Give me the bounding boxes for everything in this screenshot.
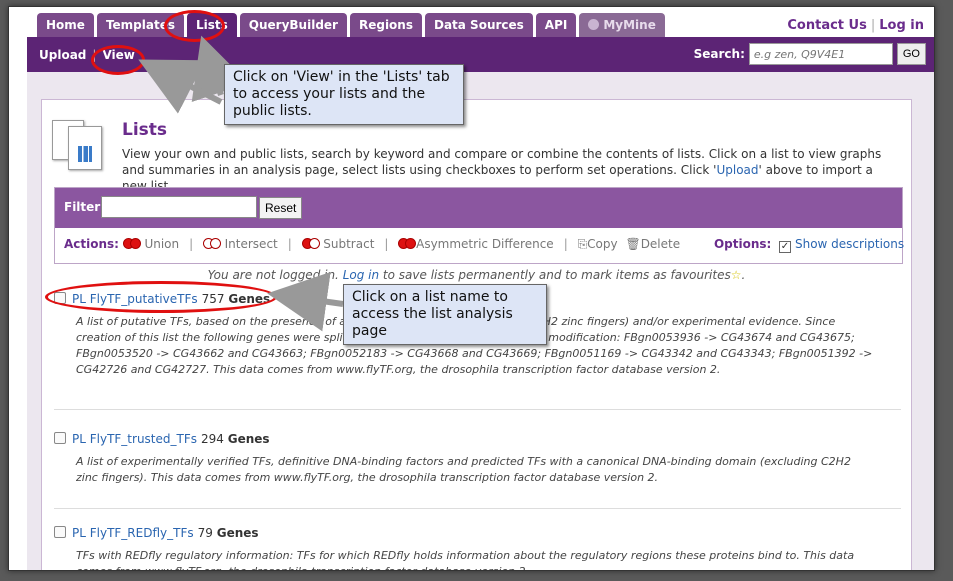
actions-bar: Actions: Union | Intersect | Subtract | Asy… [64,237,904,253]
lists-tab-highlight-ring [164,10,225,42]
list-checkbox[interactable] [54,526,66,538]
tab-api[interactable]: API [535,13,577,37]
options-group: Options: ✓ Show descriptions [713,237,904,253]
separator: | [189,237,194,251]
tab-querybuilder[interactable]: QueryBuilder [239,13,347,37]
separator: | [287,237,292,251]
filter-input[interactable] [101,196,257,218]
list-description: TFs with REDfly regulatory information: … [76,549,855,570]
bar-chart-icon [78,146,92,162]
subtract-label: Subtract [323,237,375,251]
list-type: Genes [216,526,259,540]
list-checkbox[interactable] [54,432,66,444]
list-header: PL FlyTF_REDfly_TFs 79 Genes [54,526,901,540]
list-name-link[interactable]: PL FlyTF_trusted_TFs [72,432,197,446]
union-label: Union [144,237,180,251]
copy-label: Copy [587,237,618,251]
show-descriptions-checkbox[interactable]: ✓ [778,241,791,253]
delete-action[interactable]: 🗑Delete [625,237,680,251]
copy-icon: ⎘ [577,237,588,251]
delete-label: Delete [640,237,681,251]
options-label: Options: [713,237,772,251]
callout-list: Click on a list name to access the list … [343,284,547,345]
subtract-action[interactable]: Subtract [301,237,375,251]
list-description: A list of experimentally verified TFs, d… [76,455,851,484]
sub-navigation-bar: Upload|View Search: GO [27,37,934,72]
list-name-highlight-ring [45,281,277,313]
filter-bar: Filter: Reset [55,188,902,228]
copy-action[interactable]: ⎘Copy [578,237,618,251]
trash-icon: 🗑 [625,237,641,251]
notice-login-link[interactable]: Log in [343,268,379,282]
main-tabs: Home Templates Lists QueryBuilder Region… [37,13,665,37]
search-label: Search: [693,47,745,61]
page-title: Lists [122,120,168,140]
top-bar: Home Templates Lists QueryBuilder Region… [9,7,934,37]
list-type: Genes [227,432,270,446]
notice-text-end: to save lists permanently and to mark it… [379,268,731,282]
reset-button[interactable]: Reset [259,197,303,219]
tab-regions[interactable]: Regions [349,13,422,37]
intersect-icon [210,238,221,249]
list-document-icon [52,114,108,170]
view-link-highlight-ring [91,45,145,75]
list-count: 79 [197,526,213,540]
upload-link[interactable]: Upload [39,48,86,62]
list-header: PL FlyTF_trusted_TFs 294 Genes [54,432,901,446]
notice-text: You are not logged in. [207,268,343,282]
list-name-link[interactable]: PL FlyTF_REDfly_TFs [72,526,194,540]
tab-data-sources[interactable]: Data Sources [424,13,533,37]
asymmetric-icon [405,238,417,249]
search-input[interactable] [748,43,893,65]
filter-box: Filter: Reset Actions: Union | Intersect |… [54,187,904,264]
list-count: 294 [201,432,224,446]
union-action[interactable]: Union [122,237,180,251]
tab-mymine-label: MyMine [603,18,656,32]
separator: | [870,18,876,33]
asymmetric-difference-action[interactable]: Asymmetric Difference [398,237,554,251]
person-icon [588,19,600,30]
show-descriptions-label[interactable]: Show descriptions [795,237,904,251]
callout-view: Click on 'View' in the 'Lists' tab to ac… [224,64,464,125]
asymmetric-label: Asymmetric Difference [416,237,554,251]
top-links: Contact Us | Log in [787,18,924,33]
star-icon: ☆ [730,268,742,282]
list-item: PL FlyTF_trusted_TFs 294 Genes A list of … [54,432,901,509]
go-button[interactable]: GO [896,43,926,65]
upload-inline-link[interactable]: Upload [716,163,758,177]
login-notice: You are not logged in. Log in to save li… [207,268,746,282]
actions-label: Actions: [64,237,119,251]
subtract-icon [308,238,320,249]
screenshot-frame: Home Templates Lists QueryBuilder Region… [8,6,935,571]
contact-us-link[interactable]: Contact Us [787,18,866,33]
separator: | [563,237,568,251]
tab-mymine[interactable]: MyMine [579,13,665,37]
intersect-action[interactable]: Intersect [203,237,278,251]
intersect-label: Intersect [224,237,278,251]
tab-home[interactable]: Home [37,13,94,37]
separator: | [384,237,389,251]
list-item: PL FlyTF_REDfly_TFs 79 Genes TFs with RED… [54,526,901,570]
search-box: Search: GO [694,43,926,65]
union-icon [129,238,141,249]
filter-label: Filter: [64,200,106,214]
login-link[interactable]: Log in [879,18,924,33]
